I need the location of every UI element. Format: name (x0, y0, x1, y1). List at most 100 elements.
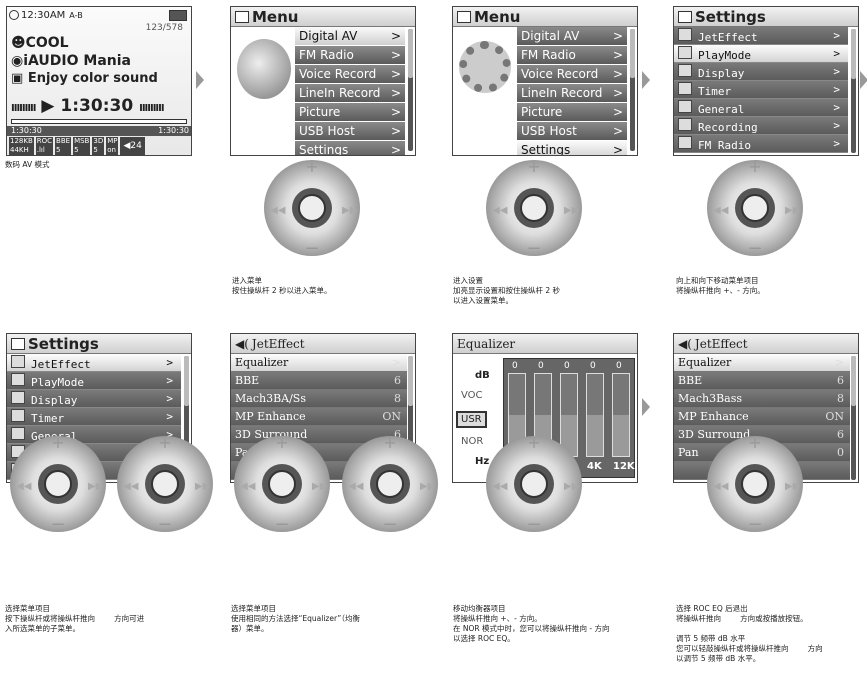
menu-item[interactable]: LineIn Record > (517, 84, 627, 102)
jeteffect-title-bar: ◀(JetEffect (231, 334, 415, 354)
db-label: dB (475, 370, 490, 381)
menu-item[interactable]: Voice Record > (295, 65, 405, 83)
menu-item[interactable]: Settings > (517, 141, 627, 155)
menu-title-bar: Menu (453, 7, 637, 27)
menu-item[interactable]: Picture > (517, 103, 627, 121)
settings-item-icon (11, 372, 25, 386)
menu-scrollbar[interactable] (408, 29, 413, 151)
menu-item[interactable]: USB Host > (295, 122, 405, 140)
settings-scrollbar[interactable] (851, 29, 856, 153)
svg-text:▶▶: ▶▶ (785, 205, 801, 216)
jeteffect-title-bar: ◀(JetEffect (674, 334, 858, 354)
chevron-right-icon: > (612, 124, 623, 138)
svg-text:−: − (747, 238, 762, 258)
settings-item[interactable]: Display > (674, 63, 848, 81)
level-bars-right: IIIIIIIII (139, 103, 164, 114)
chevron-right-icon: > (833, 29, 840, 42)
menu-item[interactable]: LineIn Record > (295, 84, 405, 102)
row-value: 8 (394, 392, 401, 405)
menu-item[interactable]: FM Radio > (517, 46, 627, 64)
jeteffect-row[interactable]: MP Enhance ON (674, 408, 850, 426)
jeteffect-scrollbar[interactable] (851, 356, 856, 480)
menu-item[interactable]: FM Radio > (295, 46, 405, 64)
settings-item[interactable]: PlayMode > (7, 372, 181, 390)
svg-text:◀◀: ◀◀ (492, 205, 508, 216)
row-value: 8 (837, 392, 844, 405)
eq-band-value: 0 (616, 361, 622, 371)
player-screen: 12:30AM A-B 123/578 ☻COOL ◉iAUDIO Mania … (6, 6, 192, 156)
menu-item[interactable]: Picture > (295, 103, 405, 121)
settings-item[interactable]: FM Radio> (674, 135, 848, 153)
settings-title-bar: Settings (7, 334, 191, 354)
jeteffect-row[interactable]: Equalizer > (674, 354, 850, 372)
svg-text:▶▶: ▶▶ (564, 481, 580, 492)
joystick-icon: + − ◀◀ ▶▶ (705, 433, 805, 535)
jeteffect-row[interactable]: Equalizer > (231, 354, 407, 372)
album-icon: ◉ (11, 53, 24, 69)
row-value: ON (825, 410, 844, 423)
battery-icon (169, 9, 187, 21)
progress-bar[interactable] (11, 119, 187, 124)
svg-text:▶▶: ▶▶ (342, 205, 358, 216)
artist-icon: ☻ (11, 35, 26, 51)
chevron-right-icon: > (390, 143, 401, 156)
menu-icon (235, 10, 249, 23)
settings-item[interactable]: Display > (7, 390, 181, 408)
bitrate-badge: 128KB 44KH (9, 137, 34, 155)
settings-item-icon (11, 354, 25, 368)
row-value: 0 (837, 446, 844, 459)
settings-item[interactable]: General > (674, 99, 848, 117)
next-arrow-icon (642, 71, 650, 89)
joystick-icon: + − ◀◀ ▶▶ (8, 433, 108, 535)
volume-badge: ◀24 (120, 137, 145, 155)
settings-item[interactable]: PlayMode > (674, 45, 848, 63)
menu-item[interactable]: Settings > (295, 141, 405, 156)
jeteffect-row[interactable]: BBE 6 (674, 372, 850, 390)
eq-band-value: 0 (564, 361, 570, 371)
chevron-right-icon: > (390, 48, 401, 62)
settings1-caption: 向上和向下移动菜单项目 将操纵杆推向 +、- 方向。 (676, 276, 765, 295)
settings-item-icon (678, 27, 692, 41)
settings-item[interactable]: JetEffect > (7, 354, 181, 372)
menu-scrollbar[interactable] (630, 29, 635, 151)
settings-item[interactable]: Recording> (674, 117, 848, 135)
ab-repeat: A-B (69, 10, 83, 20)
menu-item[interactable]: USB Host > (517, 122, 627, 140)
title-line: ▣ Enjoy color sound (11, 71, 158, 86)
menu-item[interactable]: Digital AV > (517, 27, 627, 45)
svg-text:−: − (274, 514, 289, 534)
jeteffect-row[interactable]: MP Enhance ON (231, 408, 407, 426)
jeteffect-row[interactable]: Mach3BA/Ss 8 (231, 390, 407, 408)
eq-mode-usr[interactable]: USR (456, 411, 487, 428)
eq-mode-nor[interactable]: NOR (461, 436, 483, 447)
settings-icon (11, 337, 25, 350)
row-value: 6 (837, 428, 844, 441)
eq-band-slider[interactable] (612, 373, 630, 457)
svg-text:−: − (526, 238, 541, 258)
clock-time: 12:30AM (21, 9, 66, 21)
eq-band-slider[interactable] (586, 373, 604, 457)
menu-item[interactable]: Digital AV > (295, 27, 405, 45)
equalizer-title-bar: Equalizer (453, 334, 637, 354)
menu-icon (457, 10, 471, 23)
effect-badge-bbe: BBE 5 (55, 137, 72, 155)
row-value: ON (382, 410, 401, 423)
player-caption: 数码 AV 模式 (5, 160, 50, 169)
jeteffect-row[interactable]: Mach3Bass 8 (674, 390, 850, 408)
player-status-bar: 12:30AM A-B (7, 7, 191, 23)
settings-item[interactable]: Timer > (7, 408, 181, 426)
svg-text:+: + (275, 434, 288, 452)
row-value: 6 (394, 374, 401, 387)
settings-item[interactable]: JetEffect > (674, 27, 848, 45)
info-row: 128KB 44KH ROC .lıl BBE 5 MSB 5 3D 5 MP on ◀24 (7, 137, 191, 155)
svg-text:−: − (50, 514, 65, 534)
svg-text:▶▶: ▶▶ (785, 481, 801, 492)
eq-mode-voc[interactable]: VOC (461, 390, 483, 401)
chevron-right-icon: > (390, 86, 401, 100)
next-arrow-icon (196, 71, 204, 89)
menu-item[interactable]: Voice Record > (517, 65, 627, 83)
svg-text:−: − (382, 514, 397, 534)
chevron-right-icon: > (833, 65, 840, 78)
jeteffect-row[interactable]: BBE 6 (231, 372, 407, 390)
settings-item[interactable]: Timer > (674, 81, 848, 99)
